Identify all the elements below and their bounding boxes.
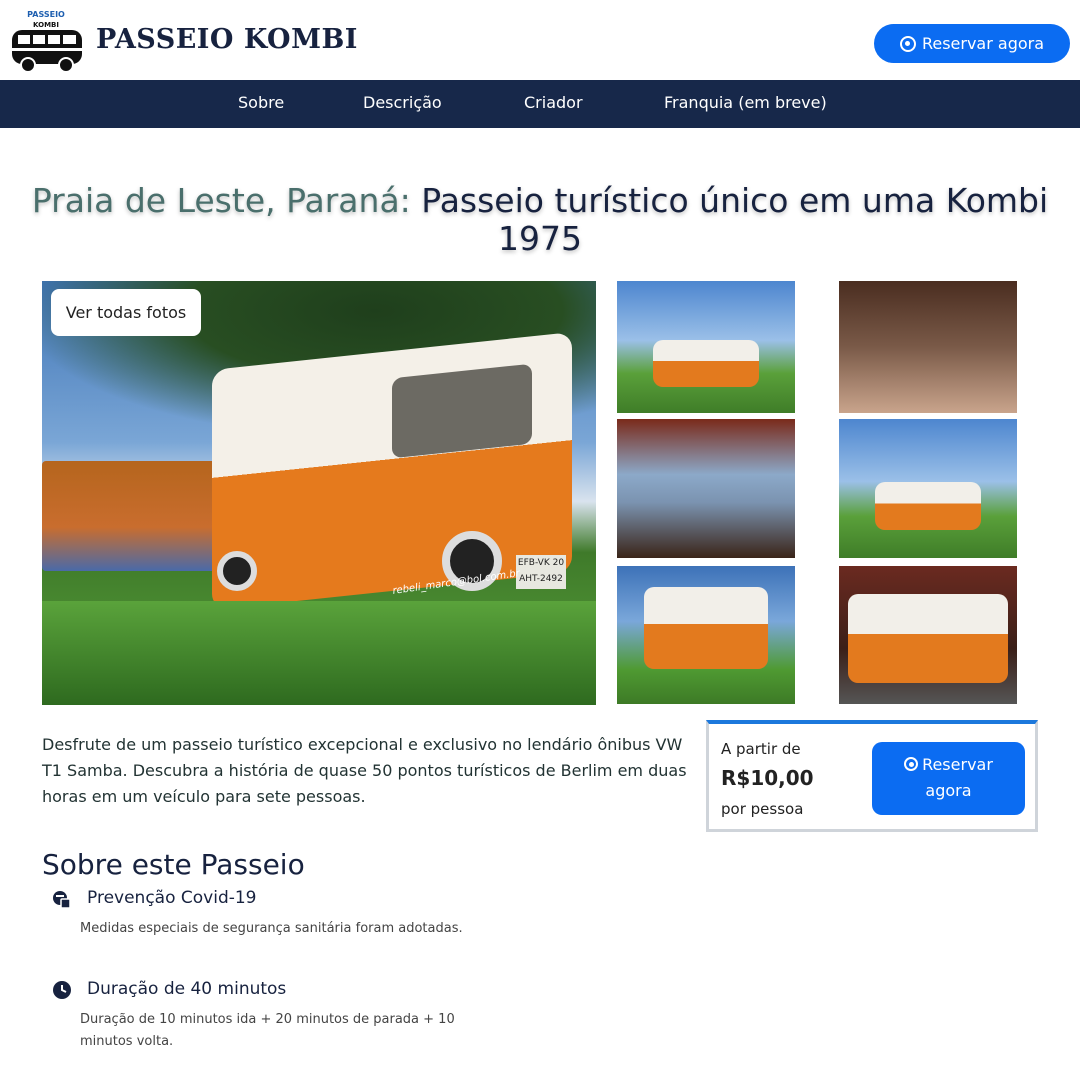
view-all-photos-button[interactable]: Ver todas fotos [51, 289, 201, 336]
feature-title-duration: Duração de 40 minutos [87, 979, 287, 999]
header: PASSEIO KOMBI PASSEIO KOMBI Reservar ago… [0, 0, 1080, 80]
title-text: Passeio turístico único em uma Kombi 197… [410, 181, 1049, 258]
nav-item-franquia[interactable]: Franquia (em breve) [664, 93, 827, 112]
main-nav: Sobre Descrição Criador Franquia (em bre… [0, 80, 1080, 128]
whatsapp-icon [904, 757, 919, 771]
license-plate: EFB-VK 20 AHT-2492 [516, 555, 566, 589]
nav-item-sobre[interactable]: Sobre [238, 93, 284, 112]
gallery-thumb-windshield-view[interactable] [617, 419, 795, 558]
reserve-now-button[interactable]: Reservar agora [874, 24, 1070, 63]
grass-foreground [42, 601, 596, 705]
van-window [392, 363, 532, 459]
logo-text-top: PASSEIO [27, 10, 65, 19]
gallery-thumb-beach[interactable] [617, 281, 795, 413]
reserve-label-line1: Reservar [922, 755, 993, 774]
plate-line-2: AHT-2492 [519, 574, 563, 584]
nav-item-criador[interactable]: Criador [524, 93, 583, 112]
price-card: A partir de R$10,00 por pessoa Reservar … [706, 720, 1038, 832]
clock-icon [52, 980, 72, 1000]
covid-prevention-icon [52, 890, 72, 910]
thumb-van [847, 593, 1009, 684]
thumb-van [652, 340, 760, 387]
gallery-thumb-interior-people[interactable] [839, 281, 1017, 413]
tour-description: Desfrute de um passeio turístico excepci… [42, 735, 687, 806]
logo[interactable]: PASSEIO KOMBI [8, 8, 86, 74]
page-title: Praia de Leste, Paraná: Passeio turístic… [0, 182, 1080, 258]
reserve-now-label: Reservar agora [921, 34, 1045, 53]
reserve-now-side-button[interactable]: Reservar agora [872, 742, 1025, 815]
price-value: R$10,00 [721, 766, 814, 790]
main-photo[interactable]: EFB-VK 20 AHT-2492 rebeli_marco@bol.com.… [42, 281, 596, 705]
thumb-van [874, 481, 982, 531]
plate-line-1: EFB-VK 20 [517, 558, 565, 568]
nav-item-descricao[interactable]: Descrição [363, 93, 442, 112]
price-from-label: A partir de [721, 740, 801, 758]
picnic-table [42, 461, 222, 571]
logo-text-bottom: KOMBI [33, 21, 59, 29]
thumb-van [643, 586, 769, 670]
feature-text-covid: Medidas especiais de segurança sanitária… [80, 921, 463, 936]
gallery-thumb-van-indoor[interactable] [839, 566, 1017, 704]
brand-name[interactable]: PASSEIO KOMBI [96, 24, 358, 55]
van-wheel-rear [217, 551, 257, 591]
reserve-label-line2: agora [925, 781, 972, 800]
feature-title-covid: Prevenção Covid-19 [87, 888, 257, 908]
gallery-thumb-palm-van[interactable] [839, 419, 1017, 558]
price-per-label: por pessoa [721, 800, 804, 818]
about-title: Sobre este Passeio [42, 848, 305, 881]
title-location: Praia de Leste, Paraná: [31, 181, 411, 220]
whatsapp-icon [899, 35, 916, 52]
gallery-thumb-van-picnic[interactable] [617, 566, 795, 704]
feature-text-duration: Duração de 10 minutos ida + 20 minutos d… [80, 1012, 455, 1049]
